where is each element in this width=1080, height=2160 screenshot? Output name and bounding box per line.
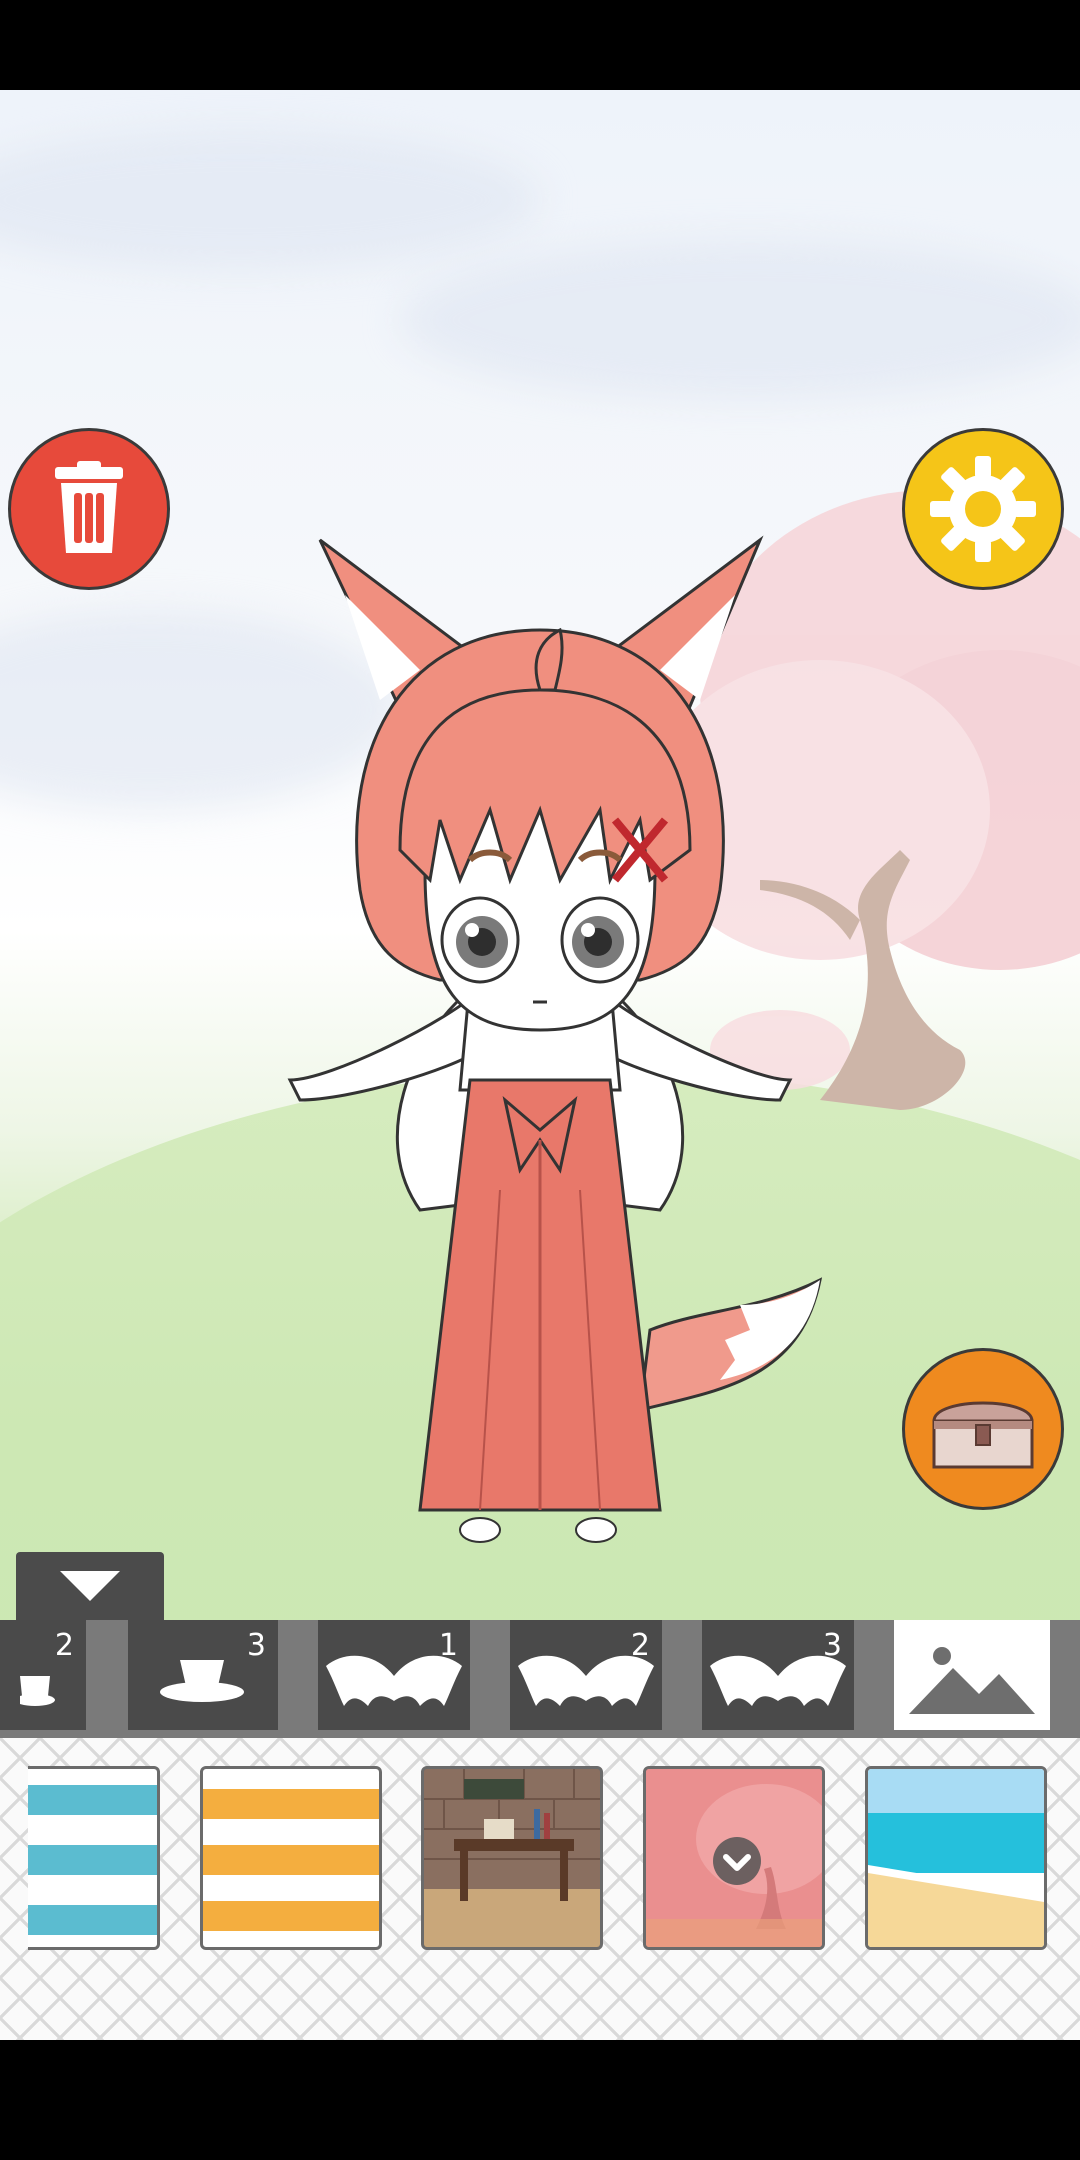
category-number: 2 [630,1628,650,1663]
category-number: 3 [246,1628,266,1663]
treasure-chest-icon [932,1401,1034,1469]
category-tab-cup-3[interactable]: 3 [128,1620,278,1730]
category-number: 2 [54,1628,74,1663]
background-item-blue-stripes[interactable] [28,1766,160,1950]
navigation-bar [0,2040,1080,2160]
trash-icon [55,461,123,553]
cherry-blossom-thumbnail [646,1769,822,1947]
category-tab-cup-2[interactable]: 2 [0,1620,86,1730]
cup-icon [160,1660,244,1702]
beach-thumbnail [868,1769,1044,1947]
category-tab-wings-1[interactable]: 1 [318,1620,470,1730]
background-items-panel [0,1738,1080,2040]
inventory-chest-button[interactable] [902,1348,1064,1510]
background-item-study-room[interactable] [421,1766,603,1950]
trash-button[interactable] [8,428,170,590]
category-number: 1 [438,1628,458,1663]
triangle-down-icon [60,1571,120,1601]
study-room-thumbnail [424,1769,600,1947]
category-tab-background[interactable] [894,1620,1050,1730]
status-bar [0,0,1080,90]
background-item-cherry-blossom[interactable] [643,1766,825,1950]
background-item-beach[interactable] [865,1766,1047,1950]
background-item-orange-stripes[interactable] [200,1766,382,1950]
category-tab-wings-3[interactable]: 3 [702,1620,854,1730]
settings-button[interactable] [902,428,1064,590]
category-number: 3 [822,1628,842,1663]
category-tab-wings-2[interactable]: 2 [510,1620,662,1730]
landscape-icon [909,1647,1035,1714]
selected-indicator [713,1837,761,1885]
gear-icon [930,456,1036,562]
game-screen: 2 3 1 2 3 [0,0,1080,2160]
cup-icon [20,1676,55,1706]
collapse-panel-button[interactable] [16,1552,164,1620]
category-tab-bar: 2 3 1 2 3 [0,1620,1080,1738]
